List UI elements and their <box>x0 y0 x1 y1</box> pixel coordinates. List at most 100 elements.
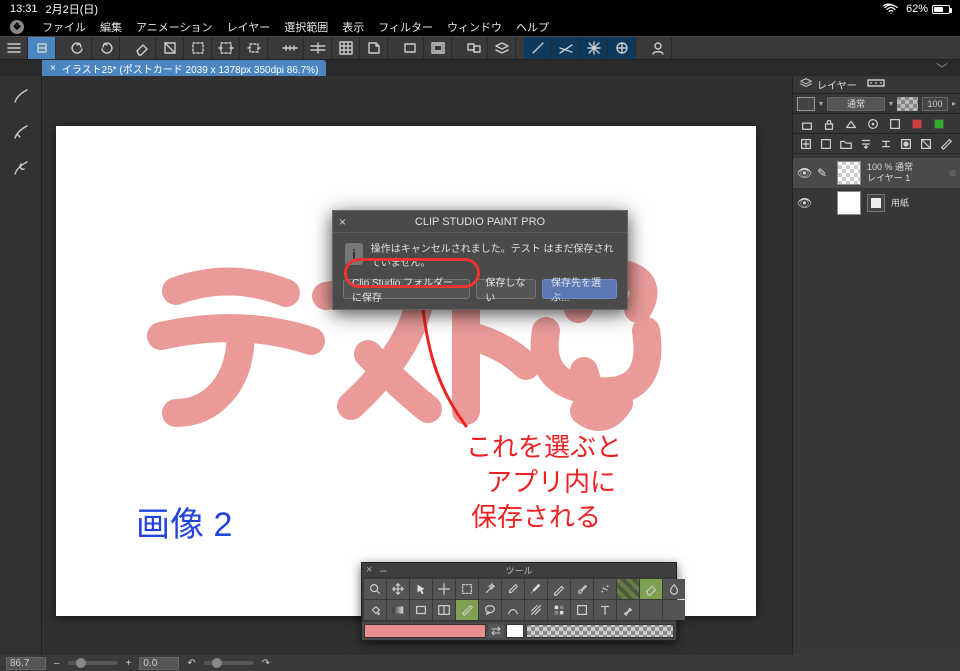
menu-edit[interactable]: 編集 <box>100 19 122 35</box>
tool-cut-icon[interactable] <box>571 600 593 620</box>
opacity-slider[interactable] <box>897 97 918 111</box>
rotation-slider[interactable] <box>204 661 254 665</box>
ruler-h-icon[interactable] <box>276 37 304 59</box>
timeline-tab-icon[interactable] <box>867 77 885 92</box>
zoom-slider[interactable] <box>68 661 118 665</box>
snap-perspective-icon[interactable] <box>552 37 580 59</box>
tool-dot-icon[interactable] <box>548 600 570 620</box>
group-icon[interactable] <box>460 37 488 59</box>
undo-icon[interactable] <box>64 37 92 59</box>
tool-fill-icon[interactable] <box>364 600 386 620</box>
swap-colors-icon[interactable]: ⇄ <box>488 624 504 638</box>
tool-zoom-icon[interactable] <box>364 579 386 599</box>
zoom-out-icon[interactable]: – <box>54 658 60 669</box>
document-tab[interactable]: × イラスト25* (ポストカード 2039 x 1378px 350dpi 8… <box>42 60 326 76</box>
palette-color-icon[interactable] <box>931 116 947 132</box>
tool-ruler-icon[interactable] <box>456 600 478 620</box>
tool-text-icon[interactable] <box>594 600 616 620</box>
tool-brush-icon[interactable] <box>571 579 593 599</box>
pagecurl-icon[interactable] <box>360 37 388 59</box>
frame-icon[interactable] <box>424 37 452 59</box>
reference-icon[interactable] <box>865 116 881 132</box>
tool-operate-icon[interactable] <box>410 579 432 599</box>
tool-wand-icon[interactable] <box>479 579 501 599</box>
tool-airbrush-icon[interactable] <box>594 579 616 599</box>
opacity-value[interactable]: 100 <box>922 97 948 111</box>
rotation-value[interactable]: 0.0 <box>139 657 179 670</box>
ruler-icon[interactable] <box>939 136 953 152</box>
app-logo-icon[interactable]: ❖ <box>10 20 24 34</box>
tab-overflow-icon[interactable]: ﹀ <box>936 60 948 77</box>
transfer-down-icon[interactable] <box>859 136 873 152</box>
menu-file[interactable]: ファイル <box>42 19 86 35</box>
draft-icon[interactable] <box>887 116 903 132</box>
menu-view[interactable]: 表示 <box>342 19 364 35</box>
visibility-icon[interactable]: 👁 <box>797 166 811 180</box>
menu-window[interactable]: ウィンドウ <box>447 19 502 35</box>
tool-effectline-icon[interactable] <box>525 600 547 620</box>
snap-grid-icon[interactable] <box>608 37 636 59</box>
blend-mode-select[interactable]: 通常 <box>827 97 885 111</box>
foreground-color[interactable] <box>364 624 486 638</box>
snap-special-icon[interactable] <box>580 37 608 59</box>
apply-mask-icon[interactable] <box>919 136 933 152</box>
tool-frame-icon[interactable] <box>433 600 455 620</box>
dont-save-button[interactable]: 保存しない <box>476 279 536 299</box>
menu-layer[interactable]: レイヤー <box>227 19 271 35</box>
snap-line-icon[interactable] <box>524 37 552 59</box>
layer-icon[interactable] <box>488 37 516 59</box>
tool-correct-icon[interactable] <box>617 600 639 620</box>
tool-marquee-icon[interactable] <box>456 579 478 599</box>
active-layer-icon[interactable]: ✎ <box>817 166 831 180</box>
mask-icon[interactable] <box>899 136 913 152</box>
rail-tool-1-icon[interactable] <box>11 86 31 106</box>
assistant-icon[interactable] <box>644 37 672 59</box>
redo-icon[interactable] <box>92 37 120 59</box>
canvas[interactable]: これを選ぶと アプリ内に 保存される 画像 2 <box>56 126 756 616</box>
menu-help[interactable]: ヘルプ <box>516 19 549 35</box>
dialog-close-icon[interactable]: × <box>339 215 346 229</box>
tool-gradient-icon[interactable] <box>387 600 409 620</box>
erase-icon[interactable] <box>128 37 156 59</box>
grip-icon[interactable]: ≡ <box>949 166 956 180</box>
tool-move-icon[interactable] <box>387 579 409 599</box>
rotate-left-icon[interactable]: ↶ <box>187 658 195 669</box>
new-raster-icon[interactable] <box>799 136 813 152</box>
tool-line-icon[interactable] <box>502 600 524 620</box>
lock-transparent-icon[interactable] <box>799 116 815 132</box>
layer-color-icon[interactable] <box>909 116 925 132</box>
new-vector-icon[interactable] <box>819 136 833 152</box>
clip-icon[interactable] <box>156 37 184 59</box>
zoom-in-icon[interactable]: + <box>126 658 132 669</box>
tool-eraser-icon[interactable] <box>640 579 662 599</box>
menu-filter[interactable]: フィルター <box>378 19 433 35</box>
lock-icon[interactable] <box>821 116 837 132</box>
rect-tool-icon[interactable] <box>396 37 424 59</box>
layer-thumbnail[interactable] <box>837 191 861 215</box>
tool-figure-icon[interactable] <box>410 600 432 620</box>
layers-tab-icon[interactable] <box>799 76 813 93</box>
background-color[interactable] <box>506 624 524 638</box>
tool-blend-icon[interactable] <box>663 579 685 599</box>
contract-icon[interactable] <box>240 37 268 59</box>
rail-tool-3-icon[interactable] <box>11 158 31 178</box>
choose-destination-button[interactable]: 保存先を選ぶ... <box>542 279 617 299</box>
floating-tool-palette[interactable]: × – ツール ⇄ <box>361 562 677 641</box>
visibility-icon[interactable]: 👁 <box>797 196 811 210</box>
zoom-value[interactable]: 86.7 <box>6 657 46 670</box>
layer-thumbnail[interactable] <box>837 161 861 185</box>
ruler-ht-icon[interactable] <box>304 37 332 59</box>
tool-pencil-icon[interactable] <box>548 579 570 599</box>
layers-tab-label[interactable]: レイヤー <box>817 77 857 92</box>
ref-layer-icon[interactable] <box>797 97 815 111</box>
layer-item-paper[interactable]: 👁 用紙 <box>793 188 960 218</box>
tool-eyedrop-icon[interactable] <box>502 579 524 599</box>
menu-animation[interactable]: アニメーション <box>136 19 213 35</box>
tool-decoration-icon[interactable] <box>617 579 639 599</box>
palette-minimize-icon[interactable]: – <box>380 566 387 574</box>
tool-movelayer-icon[interactable] <box>433 579 455 599</box>
rail-tool-2-icon[interactable] <box>11 122 31 142</box>
layer-item-1[interactable]: 👁 ✎ 100 % 通常 レイヤー 1 ≡ <box>793 158 960 188</box>
toolbar-btn-1[interactable] <box>28 37 56 59</box>
expand-icon[interactable] <box>212 37 240 59</box>
